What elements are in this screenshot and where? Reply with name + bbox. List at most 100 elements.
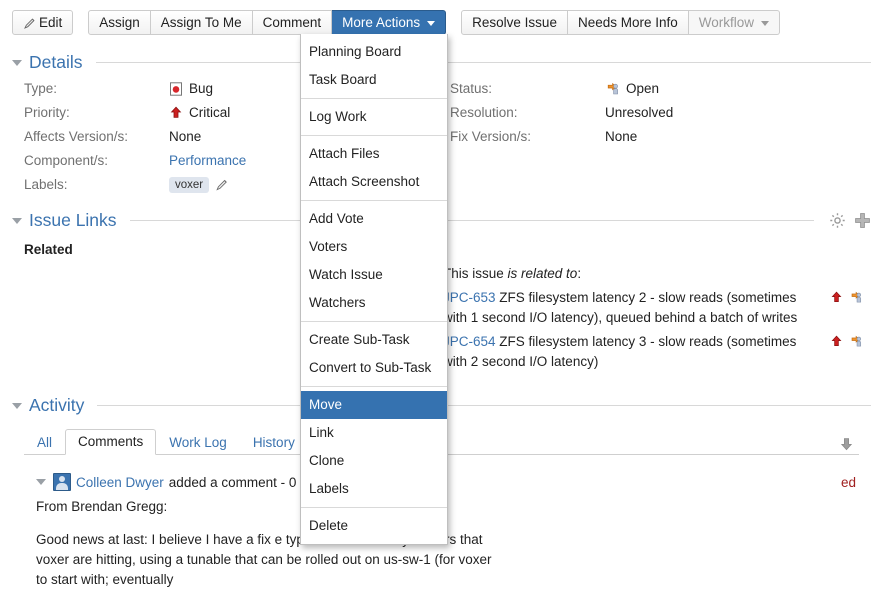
issue-link-key-jpc-653[interactable]: JPC-653 [443, 290, 496, 305]
section-divider [95, 62, 871, 63]
issue-link-indicators [830, 332, 863, 348]
assign-to-me-button[interactable]: Assign To Me [150, 10, 253, 35]
menu-item-task-board[interactable]: Task Board [301, 66, 447, 94]
issue-action-toolbar: Edit Assign Assign To Me Comment More Ac… [12, 10, 781, 35]
menu-item-link[interactable]: Link [301, 419, 447, 447]
priority-critical-icon [830, 335, 843, 348]
issue-links-list: This issue is related to: JPC-653 ZFS fi… [443, 266, 863, 376]
chevron-down-icon [427, 21, 436, 26]
menu-group-work: Log Work [301, 98, 447, 135]
status-open-icon [849, 335, 863, 348]
bug-icon [169, 81, 183, 96]
field-value-priority-text: Critical [189, 105, 231, 120]
issue-link-row: JPC-654 ZFS filesystem latency 3 - slow … [443, 332, 863, 372]
menu-item-log-work[interactable]: Log Work [301, 103, 447, 131]
issue-links-intro: This issue is related to: [443, 266, 863, 281]
field-value-affects-version-text: None [169, 129, 202, 144]
workflow-button[interactable]: Workflow [688, 10, 781, 35]
issue-links-section-title: Issue Links [29, 210, 117, 230]
status-open-icon [849, 291, 863, 304]
label-chip-voxer[interactable]: voxer [169, 176, 210, 193]
menu-item-attach-files[interactable]: Attach Files [301, 140, 447, 168]
resolve-issue-button[interactable]: Resolve Issue [461, 10, 568, 35]
issue-link-text: JPC-653 ZFS filesystem latency 2 - slow … [443, 288, 830, 328]
field-value-type-text: Bug [189, 81, 214, 96]
more-actions-button-label: More Actions [342, 15, 421, 30]
issue-link-summary-jpc-654: ZFS filesystem latency 3 - slow reads (s… [443, 334, 797, 369]
field-value-fix-version: None [605, 128, 870, 145]
more-actions-dropdown-menu: Planning Board Task Board Log Work Attac… [300, 34, 448, 545]
field-label-affects-version: Affects Version/s: [24, 129, 129, 144]
section-divider [97, 405, 871, 406]
arrow-down-icon [839, 437, 854, 452]
field-label-labels: Labels: [24, 177, 68, 192]
menu-item-move[interactable]: Move [301, 391, 447, 419]
comment-edited-note: ed [840, 474, 856, 490]
menu-item-attach-screenshot[interactable]: Attach Screenshot [301, 168, 447, 196]
menu-item-convert-to-sub-task[interactable]: Convert to Sub-Task [301, 354, 447, 382]
tab-work-log[interactable]: Work Log [156, 430, 240, 455]
menu-item-labels[interactable]: Labels [301, 475, 447, 503]
edit-button[interactable]: Edit [12, 10, 74, 35]
menu-item-create-sub-task[interactable]: Create Sub-Task [301, 326, 447, 354]
issue-links-intro-prefix: This issue [443, 266, 508, 281]
collapse-twisty-icon[interactable] [36, 479, 46, 485]
menu-item-voters[interactable]: Voters [301, 233, 447, 261]
menu-item-clone[interactable]: Clone [301, 447, 447, 475]
field-value-status-text: Open [626, 81, 660, 96]
menu-item-planning-board[interactable]: Planning Board [301, 38, 447, 66]
field-value-resolution-text: Unresolved [605, 105, 674, 120]
needs-more-info-button[interactable]: Needs More Info [567, 10, 689, 35]
activity-section-title: Activity [29, 395, 85, 415]
issue-link-row: JPC-653 ZFS filesystem latency 2 - slow … [443, 288, 863, 328]
plus-icon[interactable] [854, 212, 871, 229]
menu-group-subtasks: Create Sub-Task Convert to Sub-Task [301, 321, 447, 386]
comment-author-link[interactable]: Colleen Dwyer [76, 475, 164, 490]
comment-button[interactable]: Comment [252, 10, 333, 35]
field-value-resolution: Unresolved [605, 104, 870, 121]
workflow-button-label: Workflow [698, 15, 755, 30]
field-label-resolution: Resolution: [450, 105, 518, 120]
section-divider [129, 220, 814, 221]
primary-actions-group: Assign Assign To Me Comment More Actions [88, 10, 447, 35]
field-label-priority: Priority: [24, 105, 70, 120]
more-actions-button[interactable]: More Actions [332, 10, 447, 35]
collapse-twisty-icon[interactable] [12, 59, 22, 66]
issue-links-related-heading: Related [24, 242, 73, 257]
sort-order-toggle[interactable] [834, 435, 859, 455]
gear-icon[interactable] [829, 212, 846, 229]
issue-link-key-jpc-654[interactable]: JPC-654 [443, 334, 496, 349]
menu-item-watchers[interactable]: Watchers [301, 289, 447, 317]
menu-item-watch-issue[interactable]: Watch Issue [301, 261, 447, 289]
priority-critical-icon [830, 291, 843, 304]
collapse-twisty-icon[interactable] [12, 217, 22, 224]
pencil-icon [23, 17, 35, 29]
issue-link-indicators [830, 288, 863, 304]
menu-group-attachments: Attach Files Attach Screenshot [301, 135, 447, 200]
issue-links-intro-emphasis: is related to [507, 266, 578, 281]
tab-history[interactable]: History [240, 430, 308, 455]
component-link-performance[interactable]: Performance [169, 152, 246, 169]
field-label-fix-version: Fix Version/s: [450, 129, 532, 144]
details-right-column: Status: Open Resolution: Unresolved Fix … [450, 80, 870, 193]
priority-critical-icon [169, 106, 183, 120]
issue-link-summary-jpc-653: ZFS filesystem latency 2 - slow reads (s… [443, 290, 798, 325]
issue-link-text: JPC-654 ZFS filesystem latency 3 - slow … [443, 332, 830, 372]
field-label-status: Status: [450, 81, 493, 96]
collapse-twisty-icon[interactable] [12, 402, 22, 409]
assign-button[interactable]: Assign [88, 10, 151, 35]
edit-labels-pencil-icon[interactable] [215, 178, 229, 192]
menu-item-add-vote[interactable]: Add Vote [301, 205, 447, 233]
field-value-fix-version-text: None [605, 129, 638, 144]
tab-comments[interactable]: Comments [65, 429, 157, 455]
menu-item-delete[interactable]: Delete [301, 512, 447, 540]
menu-group-boards: Planning Board Task Board [301, 34, 447, 98]
menu-group-votes-watchers: Add Vote Voters Watch Issue Watchers [301, 200, 447, 321]
resolve-issue-button-label: Resolve Issue [472, 15, 557, 30]
issue-links-intro-suffix: : [577, 266, 582, 281]
tab-all[interactable]: All [24, 430, 65, 455]
menu-group-issue-operations: Move Link Clone Labels [301, 386, 447, 507]
assign-to-me-button-label: Assign To Me [160, 15, 242, 30]
workflow-actions-group: Resolve Issue Needs More Info Workflow [461, 10, 781, 35]
field-label-components: Component/s: [24, 153, 109, 168]
